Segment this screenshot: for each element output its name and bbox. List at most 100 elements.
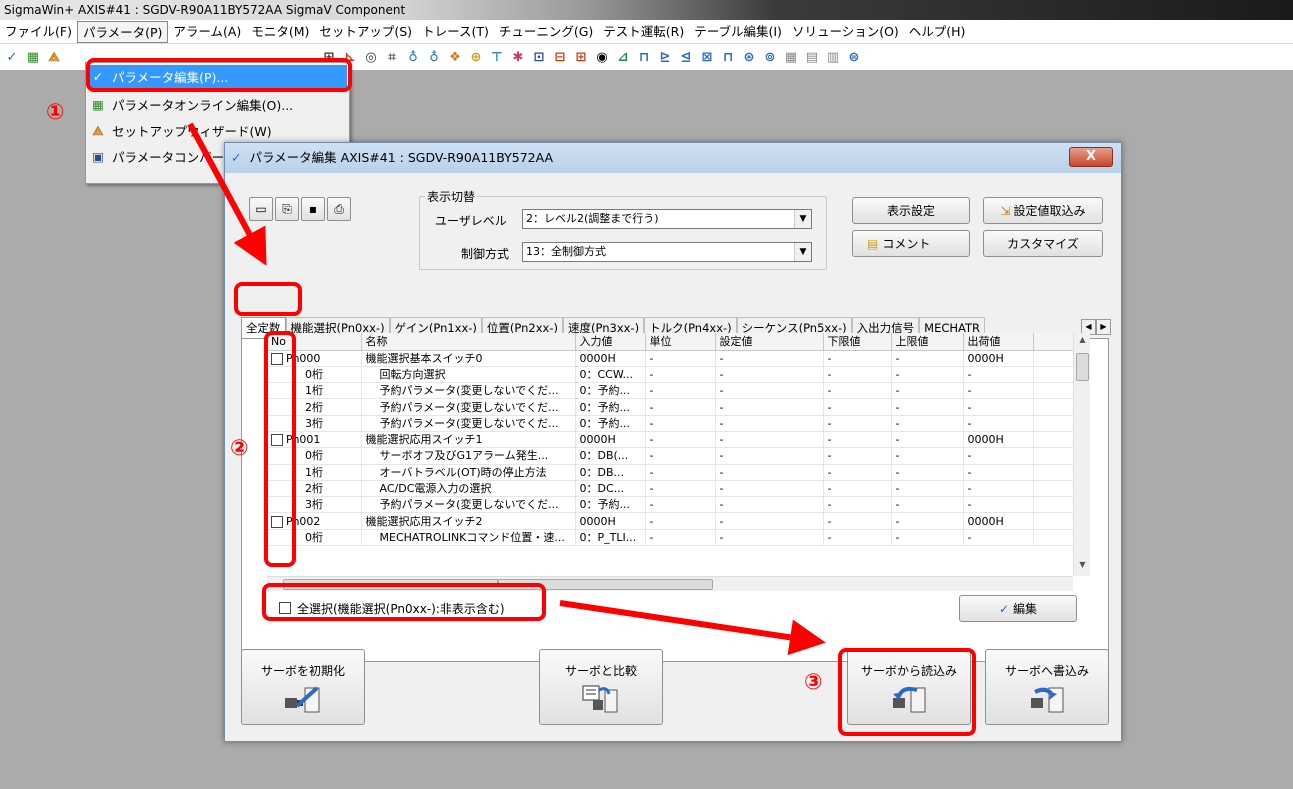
toolbar-icon-25[interactable]: ▥ bbox=[823, 47, 843, 67]
dialog-title-bar[interactable]: ✓ パラメータ編集 AXIS#41 : SGDV-R90A11BY572AA bbox=[225, 143, 1121, 173]
scroll-down-icon[interactable]: ▼ bbox=[1074, 560, 1091, 574]
toolbar-icon-19[interactable]: ⊠ bbox=[697, 47, 717, 67]
table-row[interactable]: 3桁 予約パラメータ(変更しないでくだ... 0：予約... - - - - - bbox=[267, 415, 1074, 432]
cell-input[interactable]: 0：DB(... bbox=[575, 447, 646, 465]
check-icon[interactable]: ✓ bbox=[2, 47, 22, 67]
cell-input[interactable]: 0000H bbox=[575, 350, 646, 367]
menu-solution[interactable]: ソリューション(O) bbox=[787, 21, 904, 43]
menu-item-online-edit[interactable]: ▦ パラメータオンライン編集(O)... bbox=[88, 93, 347, 116]
toolbar-icon-7[interactable]: ❖ bbox=[445, 47, 465, 67]
table-row[interactable]: 2桁 AC/DC電源入力の選択 0：DC... - - - - - bbox=[267, 480, 1074, 498]
row-checkbox[interactable] bbox=[271, 352, 283, 365]
table-row[interactable]: 1桁 オーバトラベル(OT)時の停止方法 0：DB... - - - - - bbox=[267, 464, 1074, 481]
toolbar-icon-15[interactable]: ⊿ bbox=[613, 47, 633, 67]
scroll-thumb[interactable]: ⁞ bbox=[283, 579, 713, 590]
read-from-servo-button[interactable]: サーボから読込み bbox=[847, 649, 971, 725]
table-row[interactable]: 0桁 サーボオフ及びG1アラーム発生... 0：DB(... - - - - - bbox=[267, 447, 1074, 465]
cell-input[interactable]: 0：CCW... bbox=[575, 366, 646, 384]
toolbar-icon-9[interactable]: ⊤ bbox=[487, 47, 507, 67]
table-row[interactable]: 2桁 予約パラメータ(変更しないでくだ... 0：予約... - - - - - bbox=[267, 398, 1074, 416]
cell-unit: - bbox=[645, 512, 716, 530]
toolbar-icon-17[interactable]: ⊵ bbox=[655, 47, 675, 67]
wizard-icon[interactable]: ⟁ bbox=[44, 47, 64, 67]
menu-parameter[interactable]: パラメータ(P) bbox=[76, 20, 169, 43]
cell-extra bbox=[1033, 512, 1074, 530]
cell-input[interactable]: 0：DB... bbox=[575, 464, 646, 481]
col-header-name[interactable]: 名称 bbox=[361, 333, 576, 351]
toolbar-icon-6[interactable]: ♁ bbox=[424, 47, 444, 67]
scroll-thumb[interactable] bbox=[1076, 353, 1089, 381]
menu-table-edit[interactable]: テーブル編集(I) bbox=[689, 21, 787, 43]
toolbar-icon-14[interactable]: ◉ bbox=[592, 47, 612, 67]
menu-alarm[interactable]: アラーム(A) bbox=[168, 21, 246, 43]
col-header-input[interactable]: 入力値 bbox=[575, 333, 646, 351]
col-header-setting[interactable]: 設定値 bbox=[715, 333, 824, 351]
col-header-max[interactable]: 上限値 bbox=[891, 333, 964, 351]
toolbar-icon-3[interactable]: ◎ bbox=[361, 47, 381, 67]
cell-input[interactable]: 0：予約... bbox=[575, 382, 646, 400]
compare-servo-button[interactable]: サーボと比較 bbox=[539, 649, 663, 725]
cell-min: - bbox=[823, 415, 892, 432]
toolbar-icon-16[interactable]: ⊓ bbox=[634, 47, 654, 67]
toolbar-icon-8[interactable]: ⊕ bbox=[466, 47, 486, 67]
menu-file[interactable]: ファイル(F) bbox=[0, 21, 77, 43]
cell-input[interactable]: 0：DC... bbox=[575, 480, 646, 498]
cell-input[interactable]: 0：予約... bbox=[575, 398, 646, 416]
toolbar-icon-18[interactable]: ⊴ bbox=[676, 47, 696, 67]
toolbar-icon-10[interactable]: ✱ bbox=[508, 47, 528, 67]
cell-input[interactable]: 0：予約... bbox=[575, 415, 646, 432]
row-checkbox[interactable] bbox=[271, 434, 283, 447]
cell-min: - bbox=[823, 431, 892, 449]
cell-input[interactable]: 0000H bbox=[575, 512, 646, 530]
toolbar-icon-26[interactable]: ⊜ bbox=[844, 47, 864, 67]
write-to-servo-button[interactable]: サーボへ書込み bbox=[985, 649, 1109, 725]
menu-help[interactable]: ヘルプ(H) bbox=[904, 21, 971, 43]
toolbar-icon-13[interactable]: ⊞ bbox=[571, 47, 591, 67]
menu-tuning[interactable]: チューニング(G) bbox=[494, 21, 598, 43]
cell-input[interactable]: 0：P_TLI... bbox=[575, 529, 646, 547]
toolbar-icon-23[interactable]: ▦ bbox=[781, 47, 801, 67]
table-row[interactable]: 0桁 回転方向選択 0：CCW... - - - - - bbox=[267, 366, 1074, 384]
cell-extra bbox=[1033, 398, 1074, 416]
scroll-up-icon[interactable]: ▲ bbox=[1074, 335, 1091, 349]
online-edit-icon[interactable]: ▦ bbox=[23, 47, 43, 67]
cell-input[interactable]: 0000H bbox=[575, 431, 646, 449]
edit-button[interactable]: ✓ 編集 bbox=[959, 595, 1077, 622]
horizontal-scrollbar[interactable]: ⁞ bbox=[267, 576, 1073, 591]
col-header-no[interactable]: No bbox=[267, 333, 362, 351]
wizard-icon: ⟁ bbox=[92, 122, 104, 138]
table-row[interactable]: Pn000 機能選択基本スイッチ0 0000H - - - -0000H bbox=[267, 350, 1074, 367]
toolbar-icon-12[interactable]: ⊟ bbox=[550, 47, 570, 67]
menu-trace[interactable]: トレース(T) bbox=[417, 21, 494, 43]
close-button[interactable]: X bbox=[1069, 147, 1113, 167]
initialize-servo-button[interactable]: サーボを初期化 bbox=[241, 649, 365, 725]
cell-unit: - bbox=[645, 382, 716, 400]
toolbar-icon-22[interactable]: ⊚ bbox=[760, 47, 780, 67]
toolbar-icon-4[interactable]: ⌗ bbox=[382, 47, 402, 67]
col-header-default[interactable]: 出荷値 bbox=[963, 333, 1034, 351]
select-all-checkbox[interactable] bbox=[279, 602, 291, 614]
cell-input[interactable]: 0：予約... bbox=[575, 496, 646, 514]
menu-setup[interactable]: セットアップ(S) bbox=[314, 21, 417, 43]
table-row[interactable]: 0桁 MECHATROLINKコマンド位置・速... 0：P_TLI... - - - - - bbox=[267, 529, 1074, 547]
vertical-scrollbar[interactable]: ▲ ▼ bbox=[1073, 333, 1090, 576]
table-row[interactable]: 1桁 予約パラメータ(変更しないでくだ... 0：予約... - - - - - bbox=[267, 382, 1074, 400]
menu-item-parameter-edit[interactable]: ✓ パラメータ編集(P)... bbox=[88, 65, 347, 88]
table-row[interactable]: Pn001 機能選択応用スイッチ1 0000H - - - -0000H bbox=[267, 431, 1074, 449]
toolbar-icon-11[interactable]: ⊡ bbox=[529, 47, 549, 67]
menu-item-setup-wizard[interactable]: ⟁ セットアップウィザード(W) bbox=[88, 119, 347, 142]
menu-item-label: パラメータ編集(P)... bbox=[112, 70, 229, 85]
toolbar-icon-5[interactable]: ♁ bbox=[403, 47, 423, 67]
col-header-unit[interactable]: 単位 bbox=[645, 333, 716, 351]
row-checkbox[interactable] bbox=[271, 515, 283, 528]
menu-test-run[interactable]: テスト運転(R) bbox=[598, 21, 689, 43]
menu-monitor[interactable]: モニタ(M) bbox=[246, 21, 314, 43]
toolbar-icon-20[interactable]: ⊓ bbox=[718, 47, 738, 67]
cell-extra bbox=[1033, 496, 1074, 514]
table-row[interactable]: Pn002 機能選択応用スイッチ2 0000H - - - -0000H bbox=[267, 512, 1074, 530]
table-row[interactable]: 3桁 予約パラメータ(変更しないでくだ... 0：予約... - - - - - bbox=[267, 496, 1074, 514]
col-header-min[interactable]: 下限値 bbox=[823, 333, 892, 351]
chevron-right-icon[interactable]: ▶ bbox=[1096, 319, 1111, 335]
toolbar-icon-24[interactable]: ▤ bbox=[802, 47, 822, 67]
toolbar-icon-21[interactable]: ⊛ bbox=[739, 47, 759, 67]
